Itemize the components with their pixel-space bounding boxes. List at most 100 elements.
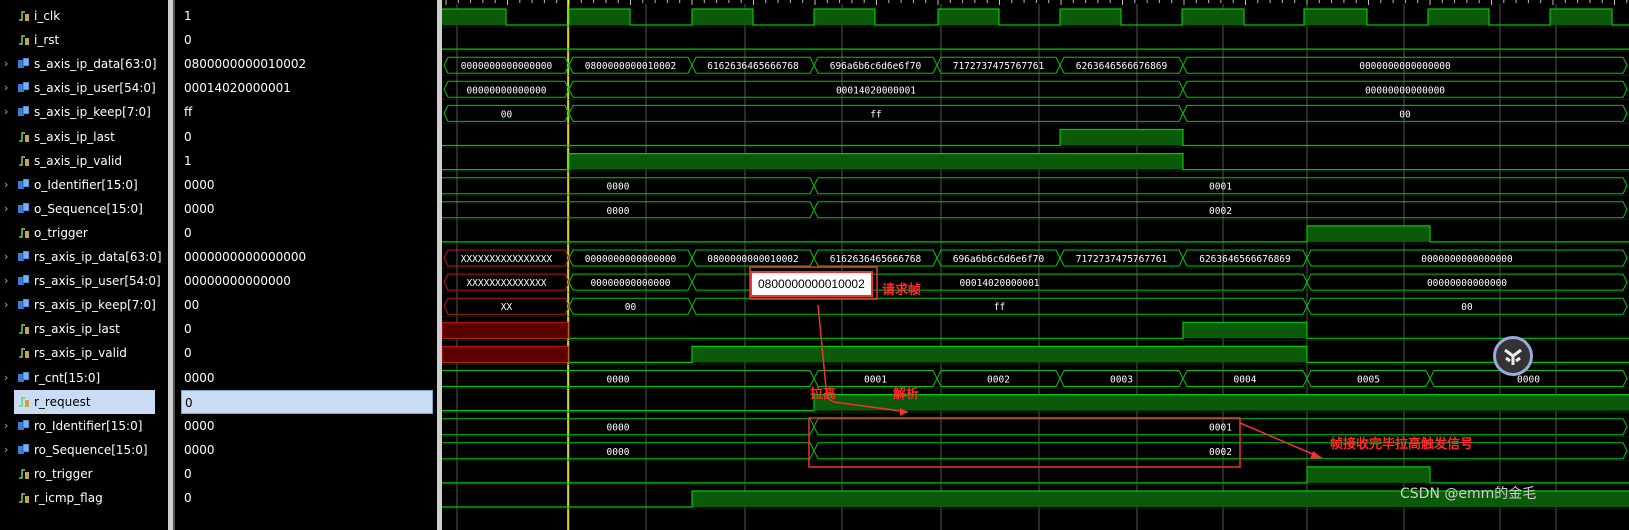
signal-value: 0000 (184, 177, 215, 192)
bit-waveform (442, 128, 1629, 147)
wave-high-fill (569, 9, 630, 25)
signal-value-row[interactable]: 0 (181, 389, 433, 414)
expand-chevron-icon[interactable]: › (4, 173, 8, 197)
signal-value-row[interactable]: 0000000000000000 (175, 245, 437, 269)
annotation-arrow (1239, 422, 1323, 459)
wave-high-fill (1182, 9, 1244, 25)
expand-chevron-icon[interactable]: › (4, 366, 8, 390)
signal-value: 0000 (184, 418, 215, 433)
bus-value-label: 0000 (1517, 375, 1540, 386)
wave-high-fill (814, 9, 875, 25)
expand-chevron-icon[interactable]: › (4, 100, 8, 124)
bus-signal-icon (18, 275, 30, 286)
expand-chevron-icon[interactable]: › (4, 76, 8, 100)
bus-value-label: 0001 (1209, 423, 1232, 434)
signal-value: 0 (184, 466, 192, 481)
signal-row[interactable]: › rs_axis_ip_keep[7:0] (0, 293, 168, 317)
signal-row[interactable]: s_axis_ip_valid (0, 149, 168, 173)
signal-value: 1 (184, 153, 192, 168)
expand-chevron-icon[interactable]: › (4, 245, 8, 269)
signal-value-row[interactable]: 0000 (175, 173, 437, 197)
signal-value-row[interactable]: 0 (175, 125, 437, 149)
bus-value-label: 0800000000010002 (585, 61, 677, 72)
bus-signal-icon (18, 58, 30, 69)
signal-value-row[interactable]: 0 (175, 341, 437, 365)
signal-row[interactable]: › rs_axis_ip_data[63:0] (0, 245, 168, 269)
signal-row[interactable]: › ro_Identifier[15:0] (0, 414, 168, 438)
expand-chevron-icon[interactable]: › (4, 438, 8, 462)
bus-value-label: ff (994, 302, 1005, 313)
expand-chevron-icon[interactable]: › (4, 414, 8, 438)
signal-value: 1 (184, 9, 192, 23)
signal-value: 0 (184, 129, 192, 144)
signal-value-row[interactable]: 0800000000010002 (175, 52, 437, 76)
signal-value-row[interactable]: 0000 (175, 366, 437, 390)
bit-signal-icon (19, 324, 29, 335)
signal-value-row[interactable]: 0 (175, 486, 437, 510)
signal-value-row[interactable]: 1 (175, 149, 437, 173)
signal-row[interactable]: › s_axis_ip_keep[7:0] (0, 100, 168, 124)
signal-name: r_icmp_flag (34, 491, 103, 505)
signal-value-row[interactable]: 0000 (175, 438, 437, 462)
watermark: CSDN @emm的金毛 (1400, 486, 1537, 502)
bus-value-label: 6162636465666768 (830, 254, 922, 265)
wave-high-fill (1307, 225, 1430, 242)
signal-value-row[interactable]: 0 (175, 221, 437, 245)
bus-value-label: 0000 (607, 206, 630, 217)
signal-value-panel: 1 0 0800000000010002 00014020000001 ff 0 1 0000… (173, 0, 439, 530)
signal-row[interactable]: r_request (14, 389, 155, 414)
signal-value-row[interactable]: 00014020000001 (175, 76, 437, 100)
signal-value-row[interactable]: 0000 (175, 197, 437, 221)
bus-value-label: 696a6b6c6d6e6f70 (830, 61, 922, 72)
signal-value: 0 (185, 395, 193, 410)
expand-chevron-icon[interactable]: › (4, 269, 8, 293)
bus-value-label: 7172737475767761 (1076, 254, 1168, 265)
bus-signal-icon (18, 202, 30, 213)
bus-value-label: 6263646566676869 (1076, 61, 1168, 72)
bus-value-label: 0800000000010002 (707, 254, 799, 265)
signal-row[interactable]: s_axis_ip_last (0, 125, 168, 149)
signal-value-row[interactable]: 0 (175, 28, 437, 52)
signal-name: o_Identifier[15:0] (34, 177, 138, 192)
signal-row[interactable]: o_trigger (0, 221, 168, 245)
signal-row[interactable]: ro_trigger (0, 462, 168, 486)
signal-row[interactable]: i_clk (0, 4, 168, 28)
wave-high-fill (1307, 466, 1430, 483)
signal-value-row[interactable]: 1 (175, 4, 437, 28)
bus-value-label: 0000 (607, 447, 630, 458)
signal-row[interactable]: › s_axis_ip_data[63:0] (0, 52, 168, 76)
signal-row[interactable]: i_rst (0, 28, 168, 52)
signal-row[interactable]: rs_axis_ip_last (0, 317, 168, 341)
bus-value-label: 0000000000000000 (585, 254, 677, 265)
signal-value: 0 (184, 346, 192, 361)
bit-signal-icon (19, 35, 29, 46)
signal-row[interactable]: › o_Identifier[15:0] (0, 173, 168, 197)
signal-value-row[interactable]: ff (175, 100, 437, 124)
signal-name: s_axis_ip_keep[7:0] (34, 105, 151, 120)
signal-value-row[interactable]: 0000 (175, 414, 437, 438)
signal-value-row[interactable]: 00 (175, 293, 437, 317)
signal-row[interactable]: › rs_axis_ip_user[54:0] (0, 269, 168, 293)
signal-row[interactable]: rs_axis_ip_valid (0, 341, 168, 365)
bus-value-label: 00000000000000 (1427, 278, 1507, 289)
wave-high-fill (1183, 322, 1307, 339)
signal-value-row[interactable]: 00000000000000 (175, 269, 437, 293)
signal-value: 0000000000000000 (184, 250, 307, 264)
signal-name: s_axis_ip_last (34, 129, 115, 144)
wave-high-fill (1304, 9, 1367, 25)
signal-row[interactable]: r_icmp_flag (0, 486, 168, 510)
expand-chevron-icon[interactable]: › (4, 293, 8, 317)
expand-chevron-icon[interactable]: › (4, 197, 8, 221)
floating-logo-icon[interactable] (1493, 336, 1533, 376)
signal-row[interactable]: › s_axis_ip_user[54:0] (0, 76, 168, 100)
signal-value-row[interactable]: 0 (175, 317, 437, 341)
bus-value-label: 0000 (607, 423, 630, 434)
bus-signal-icon (18, 419, 30, 430)
signal-value-row[interactable]: 0 (175, 462, 437, 486)
expand-chevron-icon[interactable]: › (4, 52, 8, 76)
signal-row[interactable]: › ro_Sequence[15:0] (0, 438, 168, 462)
signal-row[interactable]: › o_Sequence[15:0] (0, 197, 168, 221)
signal-row[interactable]: › r_cnt[15:0] (0, 366, 168, 390)
bus-value-label: 0004 (1234, 375, 1257, 386)
bus-value-label: 00000000000000 (466, 85, 546, 96)
